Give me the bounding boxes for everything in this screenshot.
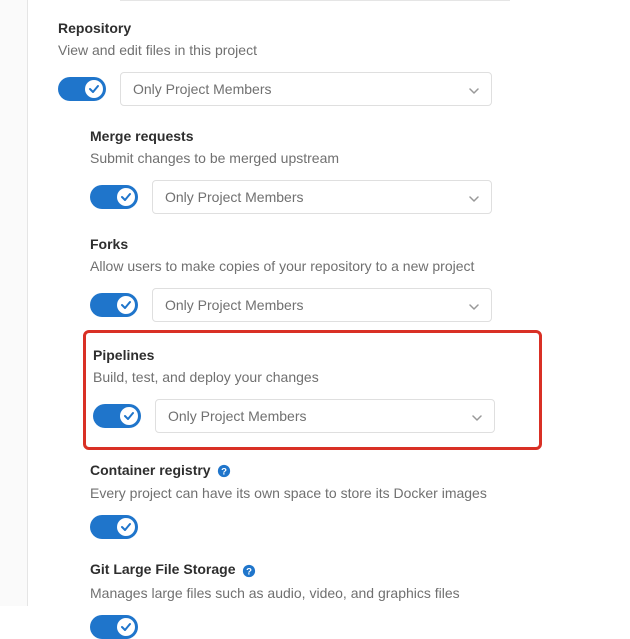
select-value: Only Project Members [133, 81, 271, 97]
section-desc-merge-requests: Submit changes to be merged upstream [90, 150, 630, 166]
check-icon [120, 621, 132, 633]
check-icon [123, 410, 135, 422]
svg-text:?: ? [222, 467, 228, 478]
select-forks-visibility[interactable]: Only Project Members [152, 288, 492, 322]
section-title-container-registry: Container registry ? [90, 462, 630, 479]
control-row: Only Project Members [58, 72, 630, 106]
toggle-forks[interactable] [90, 293, 138, 317]
select-value: Only Project Members [168, 408, 306, 424]
separator [120, 0, 510, 1]
section-forks: Forks Allow users to make copies of your… [90, 236, 630, 322]
title-text: Git Large File Storage [90, 561, 235, 577]
help-icon[interactable]: ? [241, 563, 257, 579]
section-desc-pipelines: Build, test, and deploy your changes [93, 369, 539, 385]
section-container-registry: Container registry ? Every project can h… [90, 462, 630, 539]
toggle-repository[interactable] [58, 77, 106, 101]
toggle-merge-requests[interactable] [90, 185, 138, 209]
section-desc-container-registry: Every project can have its own space to … [90, 485, 630, 501]
toggle-pipelines[interactable] [93, 404, 141, 428]
check-icon [120, 299, 132, 311]
control-row: Only Project Members [93, 399, 539, 433]
chevron-down-icon [469, 297, 479, 313]
check-icon [120, 191, 132, 203]
section-title-git-lfs: Git Large File Storage ? [90, 561, 630, 578]
section-merge-requests: Merge requests Submit changes to be merg… [90, 128, 630, 214]
help-icon[interactable]: ? [216, 463, 232, 479]
control-row [90, 515, 630, 539]
section-pipelines: Pipelines Build, test, and deploy your c… [93, 347, 539, 433]
chevron-down-icon [469, 81, 479, 97]
chevron-down-icon [472, 408, 482, 424]
section-desc-forks: Allow users to make copies of your repos… [90, 258, 630, 274]
section-desc-git-lfs: Manages large files such as audio, video… [90, 585, 630, 601]
highlight-pipelines: Pipelines Build, test, and deploy your c… [83, 330, 542, 450]
select-merge-requests-visibility[interactable]: Only Project Members [152, 180, 492, 214]
section-title-pipelines: Pipelines [93, 347, 539, 363]
toggle-git-lfs[interactable] [90, 615, 138, 639]
sidebar-edge [0, 0, 28, 606]
select-repository-visibility[interactable]: Only Project Members [120, 72, 492, 106]
section-title-forks: Forks [90, 236, 630, 252]
section-repository: Repository View and edit files in this p… [58, 20, 630, 106]
control-row [90, 615, 630, 639]
select-value: Only Project Members [165, 297, 303, 313]
title-text: Container registry [90, 462, 211, 478]
check-icon [88, 83, 100, 95]
select-value: Only Project Members [165, 189, 303, 205]
toggle-container-registry[interactable] [90, 515, 138, 539]
select-pipelines-visibility[interactable]: Only Project Members [155, 399, 495, 433]
section-desc-repository: View and edit files in this project [58, 42, 630, 58]
chevron-down-icon [469, 189, 479, 205]
control-row: Only Project Members [90, 288, 630, 322]
control-row: Only Project Members [90, 180, 630, 214]
section-title-repository: Repository [58, 20, 630, 36]
check-icon [120, 521, 132, 533]
section-title-merge-requests: Merge requests [90, 128, 630, 144]
section-git-lfs: Git Large File Storage ? Manages large f… [90, 561, 630, 638]
svg-text:?: ? [246, 566, 252, 577]
